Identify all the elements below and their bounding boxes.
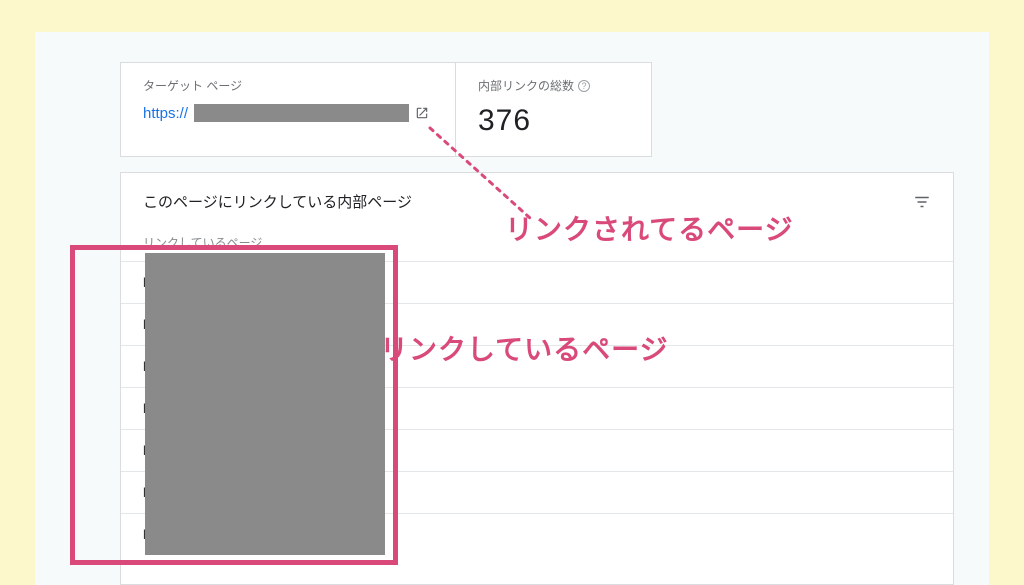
url-prefix: https:// xyxy=(143,105,188,122)
summary-row: ターゲット ページ https:// 内部リンクの総数 ? 376 xyxy=(120,62,652,157)
count-label: 内部リンクの総数 ? xyxy=(478,77,629,94)
url-redacted xyxy=(194,104,409,122)
panel-title: このページにリンクしている内部ページ xyxy=(143,191,412,212)
help-icon[interactable]: ? xyxy=(578,80,590,92)
annotation-linking-page: リンクしているページ xyxy=(380,328,669,368)
target-page-cell: ターゲット ページ https:// xyxy=(121,63,456,156)
list-item[interactable]: https:// xyxy=(121,261,953,303)
app-canvas: ターゲット ページ https:// 内部リンクの総数 ? 376 このページに… xyxy=(35,32,989,585)
target-page-label: ターゲット ページ xyxy=(143,77,433,94)
list-item[interactable]: https:// xyxy=(121,513,953,555)
list-item[interactable]: https:// xyxy=(121,471,953,513)
filter-icon[interactable] xyxy=(913,193,931,211)
target-page-url[interactable]: https:// xyxy=(143,104,433,122)
list-item[interactable]: https:// xyxy=(121,387,953,429)
linking-pages-list: https:// https:// https:// https:// http… xyxy=(121,261,953,555)
count-value: 376 xyxy=(478,104,629,138)
list-item[interactable]: https:// xyxy=(121,429,953,471)
internal-link-count-cell: 内部リンクの総数 ? 376 xyxy=(456,63,651,156)
annotation-linked-page: リンクされてるページ xyxy=(505,208,794,248)
external-link-icon xyxy=(415,106,429,120)
